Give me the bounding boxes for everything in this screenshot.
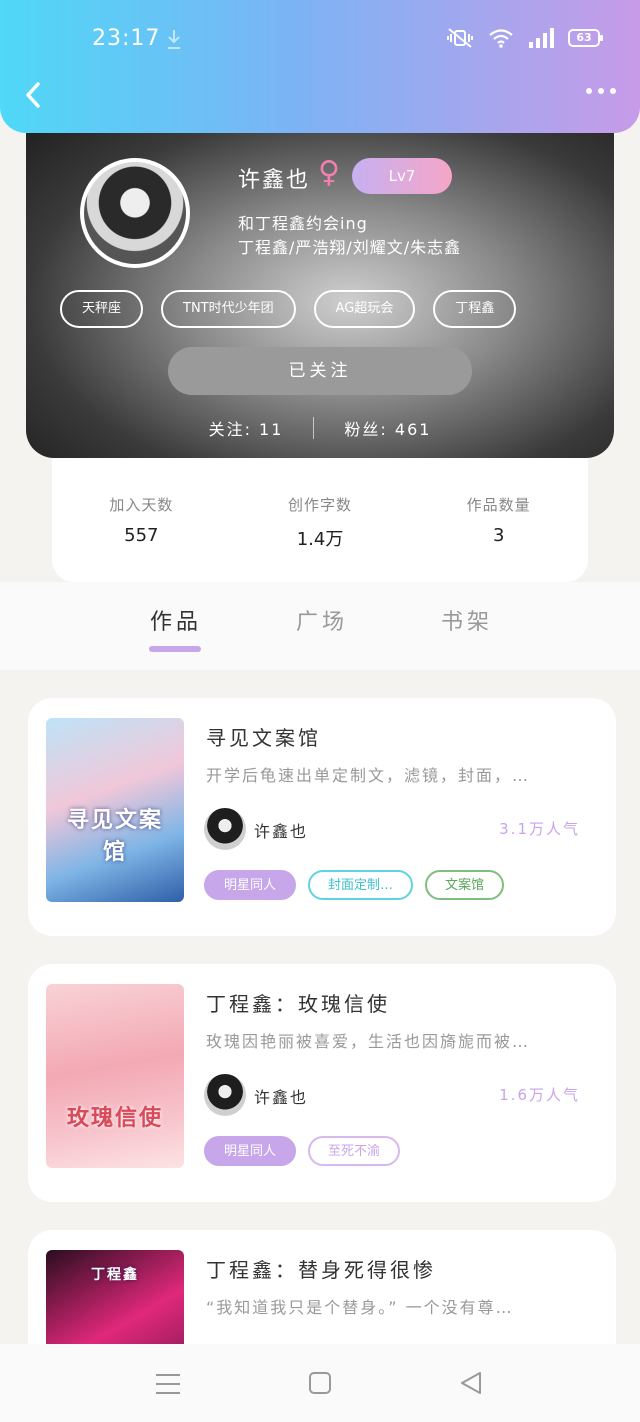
stat-value: 1.4万	[296, 529, 344, 550]
stats-card: 加入天数 557 创作字数 1.4万 作品数量 3	[52, 458, 588, 582]
back-arrow-icon[interactable]	[22, 80, 44, 110]
user-name: 许鑫也	[238, 168, 311, 193]
stat-word-count: 创作字数 1.4万	[231, 458, 410, 582]
vibrate-mute-icon	[447, 28, 473, 48]
work-tag[interactable]: 文案馆	[425, 870, 505, 900]
author-avatar	[204, 808, 246, 850]
tab-bar: 作品 广场 书架	[0, 582, 640, 670]
work-cover: 玫瑰信使	[46, 984, 184, 1168]
tab-indicator	[149, 646, 201, 652]
popularity: 3.1万人气	[499, 820, 580, 838]
signal-icon	[529, 28, 554, 48]
status-time: 23:17	[92, 26, 161, 51]
work-card[interactable]: 玫瑰信使 丁程鑫：玫瑰信使 玫瑰因艳丽被喜爱，生活也因旖旎而被… 许鑫也 1.6…	[28, 964, 616, 1202]
menu-icon[interactable]	[156, 1374, 180, 1394]
work-tag[interactable]: 至死不渝	[308, 1136, 401, 1166]
stat-label: 作品数量	[466, 496, 531, 514]
work-title: 丁程鑫：替身死得很惨	[206, 1258, 436, 1282]
tab-works[interactable]: 作品	[150, 604, 202, 636]
stat-label: 创作字数	[288, 496, 353, 514]
back-triangle-icon[interactable]	[458, 1370, 484, 1396]
status-bar: 23:17 63	[0, 0, 640, 80]
profile-tags: 天秤座 TNT时代少年团 AG超玩会 丁程鑫	[60, 290, 517, 328]
stat-join-days: 加入天数 557	[52, 458, 231, 582]
work-description: 玫瑰因艳丽被喜爱，生活也因旖旎而被…	[206, 1032, 531, 1051]
follow-button[interactable]: 已关注	[168, 347, 472, 395]
stat-value: 557	[124, 525, 159, 546]
following-count[interactable]: 关注: 11	[209, 416, 284, 440]
bio-line-1: 和丁程鑫约会ing	[238, 214, 368, 233]
work-cover: 寻见文案馆	[46, 718, 184, 902]
female-icon: ♀	[318, 155, 340, 190]
work-tag[interactable]: 明星同人	[204, 870, 297, 900]
bio-line-2: 丁程鑫/严浩翔/刘耀文/朱志鑫	[238, 238, 462, 257]
work-description: “我知道我只是个替身。” 一个没有尊…	[206, 1298, 514, 1317]
profile-tag[interactable]: AG超玩会	[313, 290, 416, 328]
work-title: 丁程鑫：玫瑰信使	[206, 992, 390, 1016]
wifi-icon	[489, 29, 513, 48]
profile-tag[interactable]: 丁程鑫	[433, 290, 517, 328]
work-card[interactable]: 寻见文案馆 寻见文案馆 开学后龟速出单定制文，滤镜，封面，… 许鑫也 3.1万人…	[28, 698, 616, 936]
system-nav-bar	[0, 1344, 640, 1422]
stat-works-count: 作品数量 3	[409, 458, 588, 582]
work-tags: 明星同人 封面定制… 文案馆	[204, 870, 505, 900]
cover-title: 寻见文案馆	[66, 808, 163, 865]
work-tag[interactable]: 明星同人	[204, 1136, 297, 1166]
level-badge: Lv7	[352, 158, 452, 194]
tab-square[interactable]: 广场	[296, 604, 348, 636]
download-icon	[168, 30, 180, 49]
more-options-icon[interactable]	[586, 88, 616, 94]
profile-tag[interactable]: TNT时代少年团	[161, 290, 296, 328]
author-name: 许鑫也	[254, 1088, 309, 1107]
battery-icon: 63	[568, 29, 603, 47]
stat-value: 3	[492, 525, 505, 546]
work-tags: 明星同人 至死不渝	[204, 1136, 401, 1166]
cover-title: 玫瑰信使	[66, 1106, 163, 1131]
stat-label: 加入天数	[109, 496, 174, 514]
author-name: 许鑫也	[254, 822, 309, 841]
avatar[interactable]	[80, 158, 190, 268]
home-icon[interactable]	[309, 1372, 331, 1394]
work-tag[interactable]: 封面定制…	[308, 870, 414, 900]
work-title: 寻见文案馆	[206, 726, 321, 750]
fans-count[interactable]: 粉丝: 461	[344, 416, 431, 440]
header-bar: 23:17 63	[0, 0, 640, 133]
popularity: 1.6万人气	[499, 1086, 580, 1104]
follow-stats: 关注: 11 粉丝: 461	[26, 416, 614, 440]
tab-bookshelf[interactable]: 书架	[441, 604, 493, 636]
divider	[313, 417, 315, 439]
author-avatar	[204, 1074, 246, 1116]
status-icons: 63	[446, 28, 603, 48]
cover-title: 丁程鑫	[91, 1267, 139, 1283]
work-description: 开学后龟速出单定制文，滤镜，封面，…	[206, 766, 531, 785]
profile-tag[interactable]: 天秤座	[60, 290, 144, 328]
profile-card: 许鑫也 ♀ Lv7 和丁程鑫约会ing 丁程鑫/严浩翔/刘耀文/朱志鑫 天秤座 …	[26, 110, 614, 458]
